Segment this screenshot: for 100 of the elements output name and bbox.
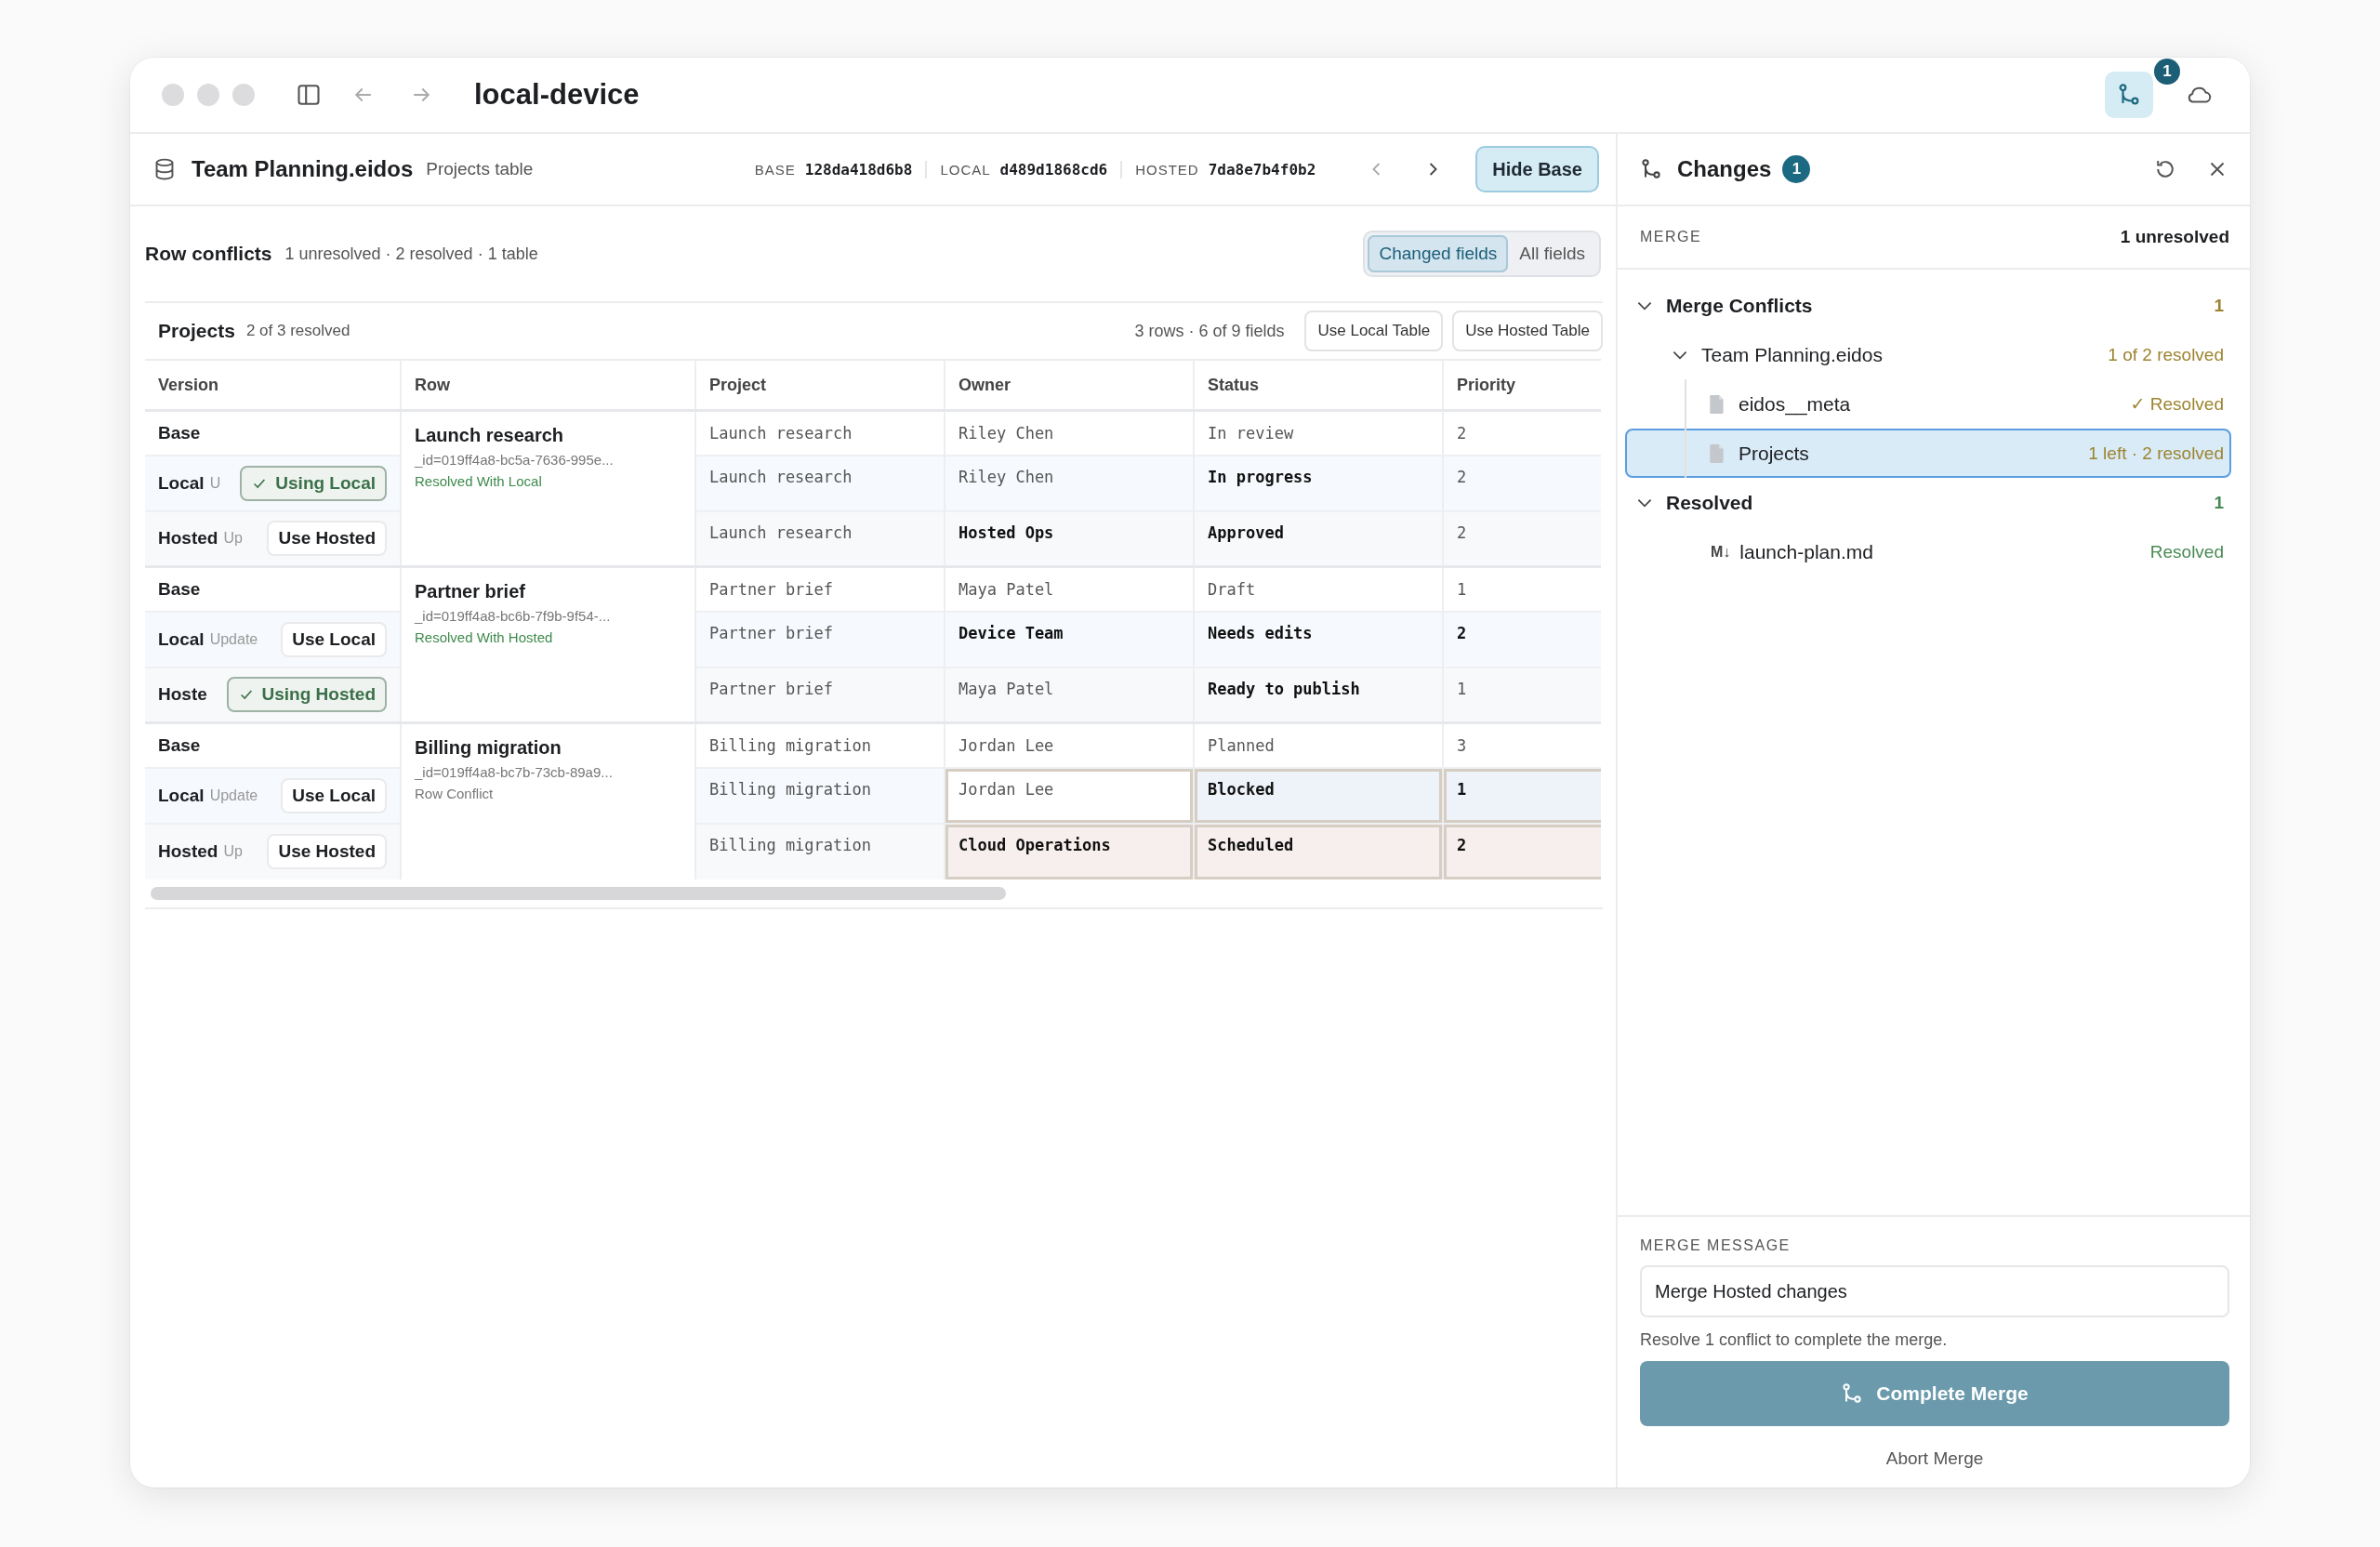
table-action-button[interactable]: Use Local Table (1304, 311, 1444, 351)
tree-item[interactable]: M↓ launch-plan.md Resolved (1625, 527, 2231, 576)
sidebar-icon[interactable] (296, 82, 322, 108)
table-cell: Maya Patel (945, 566, 1194, 612)
view-tab[interactable]: All fields (1508, 235, 1596, 272)
row-status: Resolved With Hosted (415, 629, 554, 645)
hide-base-button[interactable]: Hide Base (1475, 146, 1599, 192)
tree-item[interactable]: Merge Conflicts 1 (1625, 281, 2231, 330)
tree-count: ✓ Resolved (2130, 393, 2224, 415)
version-label: Local (158, 472, 205, 494)
version-button[interactable]: Use Local (281, 621, 387, 657)
version-button[interactable]: Use Local (281, 777, 387, 813)
document-name: Team Planning.eidos (192, 156, 414, 182)
table-cell: Hosted Ops (945, 510, 1194, 567)
version-tag: Up (223, 843, 243, 860)
table-cell: Jordan Lee (945, 767, 1194, 824)
row-id: _id=019ff4a8-bc7b-73cb-89a9... (415, 764, 614, 780)
table-title: Projects (158, 320, 235, 342)
version-label: Base (158, 422, 201, 443)
version-button[interactable]: Use Hosted (267, 834, 387, 869)
revision-hash: 128da418d6b8 (804, 160, 913, 178)
table-cell: Billing migration (695, 767, 945, 824)
table-cell: 1 (1443, 667, 1601, 723)
table-cell: Riley Chen (945, 410, 1194, 456)
tree-count: Resolved (2149, 541, 2224, 562)
table-cell: Jordan Lee (945, 722, 1194, 768)
table-cell: 2 (1443, 455, 1601, 511)
table-cell: 2 (1443, 823, 1601, 879)
conflict-summary: 1 unresolved · 2 resolved · 1 table (284, 244, 538, 264)
version-label: Base (158, 578, 201, 600)
branch-icon (1640, 158, 1662, 180)
section-label: MERGE (1640, 229, 1702, 245)
table-cell: Partner brief (695, 566, 945, 612)
table-cell: Device Team (945, 611, 1194, 668)
table-cell: Ready to publish (1194, 667, 1443, 723)
table-cell: Planned (1194, 722, 1443, 768)
table-cell: Needs edits (1194, 611, 1443, 668)
file-icon (1709, 443, 1726, 464)
revision-hash: d489d1868cd6 (999, 160, 1108, 178)
table-cell: Approved (1194, 510, 1443, 567)
hint-text: Resolve 1 conflict to complete the merge. (1640, 1330, 1949, 1350)
table-cell: In review (1194, 410, 1443, 456)
row-id: _id=019ff4a8-bc6b-7f9b-9f54-... (415, 608, 612, 624)
table-action-button[interactable]: Use Hosted Table (1452, 311, 1603, 351)
revision-label: LOCAL (940, 161, 991, 178)
section-title: Row conflicts (145, 243, 272, 265)
row-title: Billing migration (415, 737, 562, 759)
markdown-icon: M↓ (1711, 543, 1731, 561)
table-cell: Partner brief (695, 667, 945, 723)
abort-merge-button[interactable]: Abort Merge (1878, 1445, 1991, 1473)
table-cell: 1 (1443, 767, 1601, 824)
table-cell: Riley Chen (945, 455, 1194, 511)
version-tag: U (209, 474, 221, 492)
table-cell: Launch research (695, 510, 945, 567)
merge-status: 1 unresolved (2120, 227, 2229, 247)
version-label: Hosted (158, 528, 218, 549)
tree-item[interactable]: Team Planning.eidos 1 of 2 resolved (1625, 330, 2231, 379)
version-tag: Up (223, 530, 243, 548)
version-tag: Update (209, 787, 258, 804)
resolved-count: 2 of 3 resolved (245, 321, 350, 341)
view-tab[interactable]: Changed fields (1368, 235, 1509, 272)
table-cell: 2 (1443, 510, 1601, 567)
table-cell: Draft (1194, 566, 1443, 612)
revision-hash: 7da8e7b4f0b2 (1208, 160, 1316, 178)
message-field[interactable]: Merge Hosted changes (1640, 1265, 2229, 1317)
row-status: Resolved With Local (415, 473, 543, 489)
changes-button[interactable] (2105, 72, 2153, 118)
count-badge: 1 (2154, 59, 2180, 85)
row-id: _id=019ff4a8-bc5a-7636-995e... (415, 452, 615, 468)
table-cell: Scheduled (1194, 823, 1443, 879)
revision-label: BASE (754, 161, 796, 178)
panel-title: Changes (1677, 156, 1772, 182)
table-counts: 3 rows · 6 of 9 fields (1134, 321, 1285, 341)
table-cell: 3 (1443, 722, 1601, 768)
tree-item[interactable]: Projects 1 left · 2 resolved (1625, 429, 2231, 478)
table-cell: In progress (1194, 455, 1443, 511)
file-icon (1709, 393, 1726, 415)
version-button[interactable]: Use Hosted (267, 521, 387, 557)
table-cell: Launch research (695, 410, 945, 456)
version-button[interactable]: Using Local (240, 465, 387, 501)
tree-item[interactable]: Resolved 1 (1625, 478, 2231, 527)
table-cell: Maya Patel (945, 667, 1194, 723)
version-label: Base (158, 734, 201, 756)
version-label: Hoste (158, 684, 207, 706)
table-cell: Partner brief (695, 611, 945, 668)
table-cell: 1 (1443, 566, 1601, 612)
row-status: Row Conflict (415, 786, 495, 801)
document-subtitle: Projects table (426, 159, 534, 179)
version-label: Local (158, 628, 205, 650)
version-tag: Update (209, 630, 258, 648)
table-cell: 2 (1443, 611, 1601, 668)
field-label: MERGE MESSAGE (1640, 1237, 1792, 1254)
tree-count: 1 (2214, 295, 2224, 316)
tree-item[interactable]: eidos__meta ✓ Resolved (1625, 379, 2231, 429)
scrollbar-thumb[interactable] (151, 886, 1006, 900)
table-cell: Billing migration (695, 823, 945, 879)
branch-icon (2117, 83, 2141, 107)
version-button[interactable]: Using Hosted (226, 677, 387, 713)
table-cell: Billing migration (695, 722, 945, 768)
row-title: Launch research (415, 425, 565, 446)
